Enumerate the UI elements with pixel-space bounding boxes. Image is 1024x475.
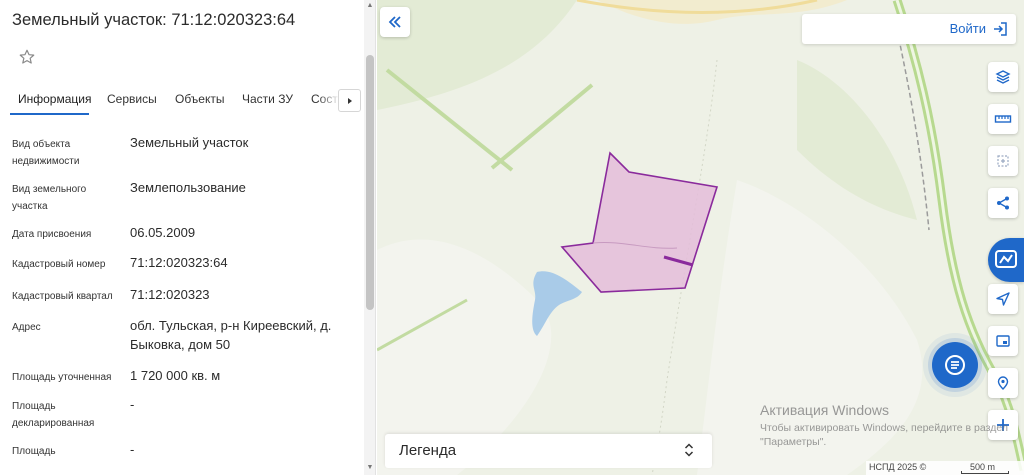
info-value: обл. Тульская, р-н Киреевский, д. Быковк… — [130, 318, 332, 352]
scroll-up-icon[interactable]: ▲ — [366, 2, 374, 10]
map-attribution: НСПД 2025 © 500 m — [866, 461, 1024, 475]
select-area-icon — [997, 155, 1009, 167]
watermark-title: Активация Windows — [760, 402, 890, 418]
locate-button[interactable] — [988, 284, 1018, 314]
tab-info[interactable]: Информация — [18, 92, 91, 106]
info-label: Кадастровый квартал — [12, 291, 113, 302]
login-button[interactable]: Войти — [802, 14, 1016, 44]
info-label: Площадь — [12, 446, 56, 457]
attribution-text: НСПД 2025 © — [869, 462, 927, 472]
legend-label: Легенда — [399, 442, 457, 459]
scroll-down-icon[interactable]: ▼ — [366, 464, 374, 472]
tab-services[interactable]: Сервисы — [107, 92, 157, 106]
minimap-icon — [996, 335, 1010, 347]
tab-objects[interactable]: Объекты — [175, 92, 225, 106]
expand-icon — [684, 443, 694, 462]
info-panel: Земельный участок: 71:12:020323:64 Инфор… — [0, 0, 376, 475]
tabs-fade — [318, 84, 340, 116]
double-chevron-left-icon — [388, 16, 401, 28]
info-value: 71:12:020323:64 — [130, 255, 228, 270]
info-label: Вид объекта недвижимости — [12, 139, 80, 167]
info-label: Дата присвоения — [12, 229, 92, 240]
minimap-button[interactable] — [988, 326, 1018, 356]
favorite-star-icon[interactable] — [18, 48, 38, 68]
watermark-text: Чтобы активировать Windows, перейдите в … — [760, 422, 1008, 448]
chat-button[interactable] — [932, 342, 978, 388]
chevron-right-icon — [347, 97, 352, 104]
layers-button[interactable] — [988, 62, 1018, 92]
info-value: - — [130, 397, 135, 412]
info-value: Земельный участок — [130, 135, 249, 150]
active-tab-indicator — [10, 113, 89, 115]
scrollbar-thumb[interactable] — [366, 55, 374, 310]
info-value: 06.05.2009 — [130, 225, 196, 240]
panel-title: Земельный участок: 71:12:020323:64 — [12, 11, 296, 29]
layers-icon — [995, 70, 1011, 84]
share-button[interactable] — [988, 188, 1018, 218]
info-label: Кадастровый номер — [12, 259, 106, 270]
collapse-panel-button[interactable] — [380, 7, 410, 37]
assistant-icon — [995, 250, 1017, 268]
ruler-icon — [994, 115, 1012, 123]
info-label: Адрес — [12, 322, 41, 333]
info-label: Площадь уточненная — [12, 372, 112, 383]
info-value: 1 720 000 кв. м — [130, 368, 221, 383]
legend-toggle[interactable]: Легенда — [385, 434, 712, 468]
tabs-scroll-right-button[interactable] — [338, 89, 361, 112]
info-value: - — [130, 442, 135, 457]
info-label: Площадь декларированная — [12, 401, 95, 429]
locate-icon — [996, 292, 1010, 306]
chat-icon — [945, 355, 965, 375]
geo-pin-icon — [997, 376, 1009, 390]
login-label: Войти — [949, 21, 986, 36]
windows-activation-watermark: Активация Windows Чтобы активировать Win… — [760, 402, 1024, 449]
share-icon — [997, 196, 1009, 210]
geo-pin-button[interactable] — [988, 368, 1018, 398]
tabs-bar: Информация Сервисы Объекты Части ЗУ Сост… — [0, 84, 364, 116]
panel-scrollbar[interactable]: ▲ ▼ — [364, 0, 375, 475]
select-area-button[interactable] — [988, 146, 1018, 176]
scale-bar — [961, 471, 1009, 474]
info-label: Вид земельного участка — [12, 184, 87, 212]
info-value: 71:12:020323 — [130, 287, 210, 302]
ruler-button[interactable] — [988, 104, 1018, 134]
login-icon — [992, 21, 1008, 42]
tab-parts[interactable]: Части ЗУ — [242, 92, 293, 106]
nspd-assistant-button[interactable] — [988, 238, 1024, 282]
info-value: Землепользование — [130, 180, 246, 195]
